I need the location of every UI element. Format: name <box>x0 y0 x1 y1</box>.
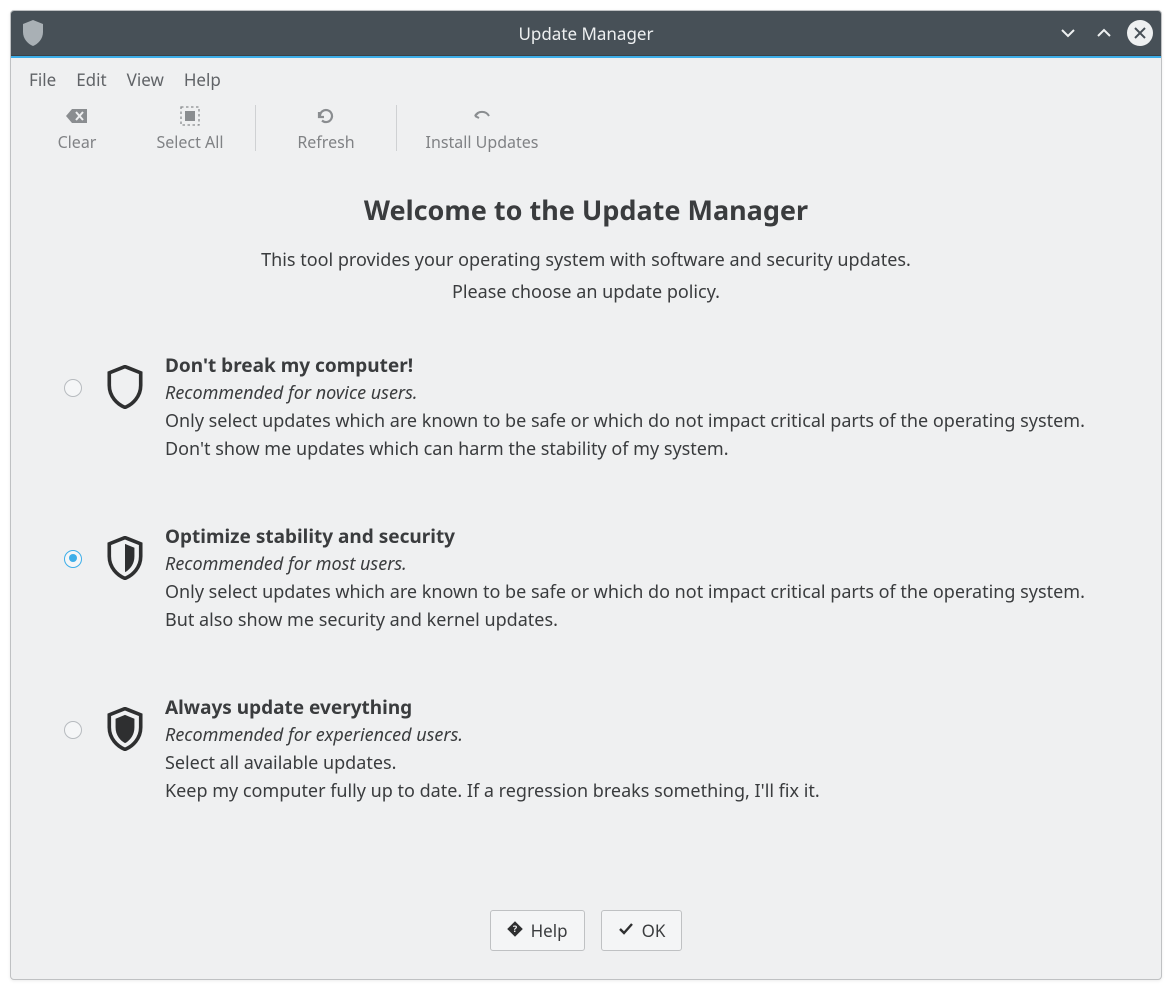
titlebar: Update Manager <box>11 11 1161 56</box>
toolbar-clear-label: Clear <box>58 131 97 153</box>
help-icon: ? <box>507 919 523 942</box>
policy-safe-desc2: Don't show me updates which can harm the… <box>165 436 1117 464</box>
policy-balanced-desc2: But also show me security and kernel upd… <box>165 607 1117 635</box>
maximize-button[interactable] <box>1091 20 1117 46</box>
install-icon <box>472 103 492 129</box>
policy-all-desc2: Keep my computer fully up to date. If a … <box>165 778 1117 806</box>
intro-text: This tool provides your operating system… <box>55 244 1117 309</box>
menu-help[interactable]: Help <box>184 68 221 91</box>
radio-all[interactable] <box>64 721 82 739</box>
menubar: File Edit View Help <box>11 58 1161 99</box>
toolbar-install-label: Install Updates <box>426 131 539 153</box>
toolbar-select-all-label: Select All <box>156 131 223 153</box>
intro-line-1: This tool provides your operating system… <box>55 244 1117 276</box>
menu-view[interactable]: View <box>127 68 164 91</box>
select-all-icon <box>180 103 200 129</box>
toolbar-clear[interactable]: Clear <box>29 99 125 157</box>
policy-balanced-rec: Recommended for most users. <box>165 551 1117 579</box>
refresh-icon <box>316 103 336 129</box>
policy-option-safe[interactable]: Don't break my computer! Recommended for… <box>55 351 1117 464</box>
toolbar: Clear Select All Refresh Install Updates <box>11 99 1161 165</box>
ok-button[interactable]: OK <box>601 910 683 951</box>
help-button-label: Help <box>531 919 568 942</box>
app-shield-icon <box>21 21 45 45</box>
toolbar-install-updates[interactable]: Install Updates <box>397 99 567 157</box>
window-controls <box>1055 20 1153 46</box>
policy-option-balanced[interactable]: Optimize stability and security Recommen… <box>55 522 1117 635</box>
close-button[interactable] <box>1127 20 1153 46</box>
policy-all-desc1: Select all available updates. <box>165 750 1117 778</box>
radio-safe[interactable] <box>64 379 82 397</box>
menu-file[interactable]: File <box>29 68 56 91</box>
content-area: Welcome to the Update Manager This tool … <box>11 165 1161 896</box>
policy-safe-title: Don't break my computer! <box>165 351 1117 380</box>
minimize-button[interactable] <box>1055 20 1081 46</box>
toolbar-select-all[interactable]: Select All <box>125 99 255 157</box>
footer: ? Help OK <box>11 896 1161 979</box>
policy-all-rec: Recommended for experienced users. <box>165 722 1117 750</box>
check-icon <box>618 919 634 942</box>
clear-icon <box>65 103 89 129</box>
shield-half-icon <box>103 522 147 580</box>
radio-balanced[interactable] <box>64 550 82 568</box>
help-button[interactable]: ? Help <box>490 910 585 951</box>
window-title: Update Manager <box>11 22 1161 45</box>
policy-balanced-title: Optimize stability and security <box>165 522 1117 551</box>
svg-text:?: ? <box>512 922 517 935</box>
ok-button-label: OK <box>642 919 666 942</box>
intro-line-2: Please choose an update policy. <box>55 276 1117 308</box>
toolbar-refresh-label: Refresh <box>297 131 354 153</box>
policy-safe-desc1: Only select updates which are known to b… <box>165 408 1117 436</box>
toolbar-refresh[interactable]: Refresh <box>256 99 396 157</box>
update-manager-window: Update Manager File Edit View Help Clear <box>10 10 1162 980</box>
menu-edit[interactable]: Edit <box>76 68 106 91</box>
policy-safe-rec: Recommended for novice users. <box>165 380 1117 408</box>
policy-all-title: Always update everything <box>165 693 1117 722</box>
shield-full-icon <box>103 693 147 751</box>
page-title: Welcome to the Update Manager <box>55 191 1117 228</box>
shield-empty-icon <box>103 351 147 409</box>
policy-option-all[interactable]: Always update everything Recommended for… <box>55 693 1117 806</box>
policy-balanced-desc1: Only select updates which are known to b… <box>165 579 1117 607</box>
